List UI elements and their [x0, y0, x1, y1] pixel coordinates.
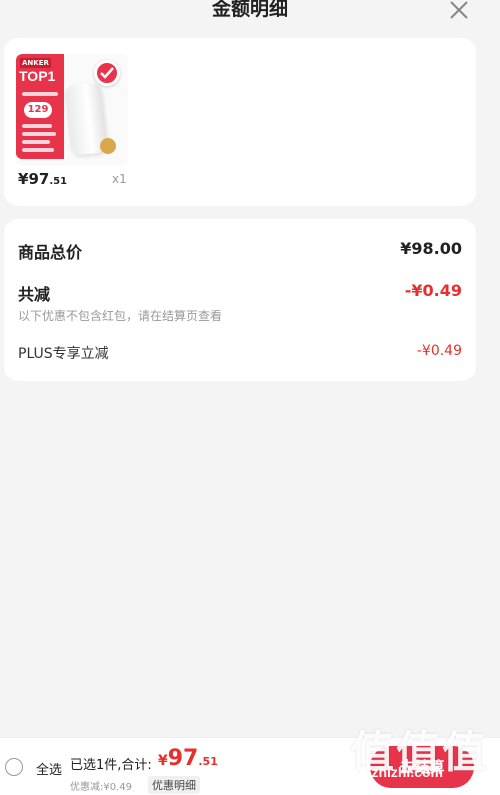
total-discount-value: -¥0.49 [404, 281, 462, 300]
discount-detail-button[interactable]: 优惠明细 [148, 776, 200, 794]
plus-discount-value: -¥0.49 [416, 343, 462, 359]
total-amount: ¥97.51 [158, 746, 218, 771]
thumbnail-text-line [22, 148, 54, 152]
product-card: ANKER TOP1 129 ¥97.51 x1 [4, 38, 476, 206]
select-all-radio[interactable] [5, 758, 23, 776]
price-summary-card: 商品总价 ¥98.00 共减 -¥0.49 以下优惠不包含红包，请在结算页查看 … [4, 219, 476, 381]
checkout-button[interactable]: 去结算 [370, 746, 474, 788]
thumbnail-text-line [22, 132, 56, 136]
goods-total-value: ¥98.00 [400, 239, 462, 258]
close-icon [450, 1, 468, 19]
thumbnail-text-line [22, 92, 58, 96]
award-badge-icon [100, 138, 116, 154]
total-discount-label: 共减 [18, 285, 51, 304]
selected-count-text: 已选1件,合计: [70, 758, 152, 773]
product-thumbnail[interactable]: ANKER TOP1 129 [16, 54, 128, 166]
discount-summary: 优惠减:¥0.49 [70, 782, 132, 793]
page-title: 金额明细 [211, 0, 288, 20]
item-price-symbol: ¥ [18, 170, 29, 188]
item-price-integer: 97 [28, 170, 50, 188]
close-button[interactable] [448, 0, 470, 22]
page-header: 金额明细 [0, 0, 500, 30]
item-quantity: x1 [112, 172, 127, 186]
checkout-bar: 全选 已选1件,合计: ¥97.51 优惠减:¥0.49 优惠明细 去结算 [0, 737, 500, 795]
thumbnail-text-line [22, 140, 50, 144]
total-symbol: ¥ [158, 753, 168, 769]
thumbnail-text-line [22, 124, 52, 128]
item-price-cents: .51 [49, 176, 68, 187]
plus-discount-label: PLUS专享立减 [18, 346, 109, 362]
goods-total-label: 商品总价 [18, 243, 83, 262]
discount-note: 以下优惠不包含红包，请在结算页查看 [18, 309, 223, 323]
brand-logo: ANKER [20, 58, 51, 68]
total-cents: .51 [198, 755, 218, 768]
top-rank-label: TOP1 [19, 68, 56, 84]
checkmark-icon [94, 60, 120, 86]
item-price: ¥97.51 [18, 170, 67, 188]
total-integer: 97 [167, 746, 199, 771]
thumbnail-price-tag: 129 [24, 102, 52, 118]
select-all-label[interactable]: 全选 [36, 759, 62, 778]
